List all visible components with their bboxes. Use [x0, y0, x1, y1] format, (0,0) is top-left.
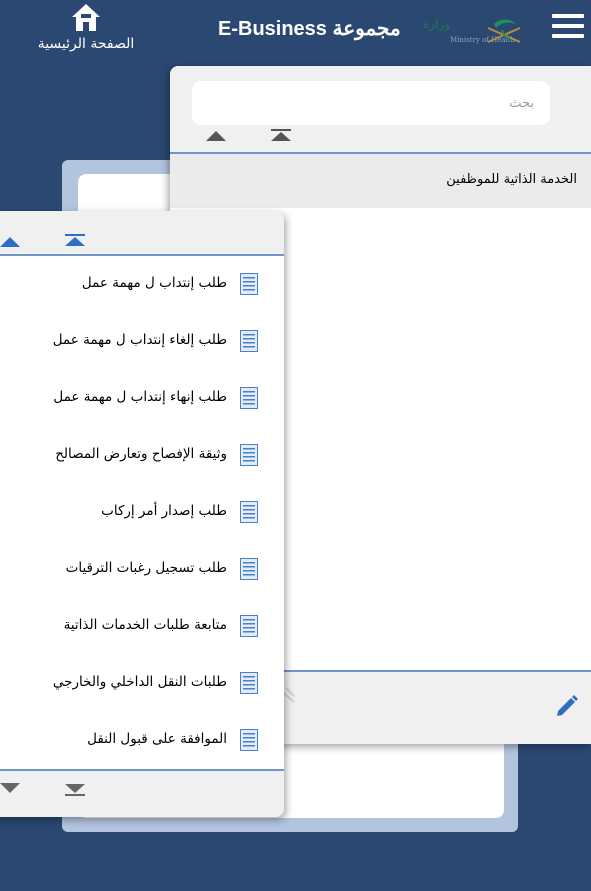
- document-icon: [240, 330, 258, 352]
- logo-arabic: وزارة الصحة: [418, 17, 450, 32]
- list-item[interactable]: الموافقة على قبول النقل: [0, 712, 284, 769]
- list-item[interactable]: متابعة طلبات الخدمات الذاتية: [0, 598, 284, 655]
- list-item[interactable]: وثيقة الإفصاح وتعارض المصالح: [0, 427, 284, 484]
- document-icon: [240, 273, 258, 295]
- document-icon: [240, 672, 258, 694]
- list-item-label: طلب إنتداب ل مهمة عمل: [81, 275, 227, 291]
- hamburger-menu-icon[interactable]: [552, 14, 584, 40]
- arrow-down-icon[interactable]: [0, 783, 20, 793]
- document-icon: [240, 501, 258, 523]
- document-icon: [240, 615, 258, 637]
- document-icon: [240, 729, 258, 751]
- menu-item-employee-self-service[interactable]: الخدمة الذاتية للموظفين: [170, 154, 591, 208]
- home-icon: [72, 4, 100, 31]
- list-item-label: الموافقة على قبول النقل: [87, 731, 227, 747]
- list-item[interactable]: طلب إصدار أمر إركاب: [0, 484, 284, 541]
- list-item-label: متابعة طلبات الخدمات الذاتية: [63, 617, 227, 633]
- list-item[interactable]: طلبات النقل الداخلي والخارجي: [0, 655, 284, 712]
- list-item-label: طلبات النقل الداخلي والخارجي: [52, 674, 227, 690]
- moh-logo: وزارة الصحة Ministry of Health: [418, 17, 521, 44]
- separator: [0, 769, 284, 771]
- document-icon: [240, 387, 258, 409]
- document-icon: [240, 444, 258, 466]
- menu-item-label: الخدمة الذاتية للموظفين: [446, 172, 577, 187]
- pencil-icon[interactable]: [554, 692, 580, 718]
- search-input[interactable]: [192, 81, 550, 125]
- menu-panel-level2: طلب إنتداب ل مهمة عمل طلب إلغاء إنتداب ل…: [0, 211, 284, 817]
- list-item-label: طلب إلغاء إنتداب ل مهمة عمل: [52, 332, 227, 348]
- list-item-label: طلب إصدار أمر إركاب: [101, 503, 227, 519]
- home-label: الصفحة الرئيسية: [37, 36, 135, 52]
- scroll-to-top-icon[interactable]: [64, 233, 86, 247]
- service-list: طلب إنتداب ل مهمة عمل طلب إلغاء إنتداب ل…: [0, 256, 284, 769]
- scroll-to-top-icon[interactable]: [270, 128, 292, 142]
- arrow-up-icon[interactable]: [0, 237, 20, 247]
- list-item[interactable]: طلب تسجيل رغبات الترقيات: [0, 541, 284, 598]
- list-item[interactable]: طلب إنهاء إنتداب ل مهمة عمل: [0, 370, 284, 427]
- list-item-label: طلب تسجيل رغبات الترقيات: [65, 560, 227, 576]
- list-item[interactable]: طلب إنتداب ل مهمة عمل: [0, 256, 284, 313]
- app-title: E-Business مجموعة: [218, 18, 401, 40]
- app-header: الصفحة الرئيسية E-Business مجموعة وزارة …: [0, 0, 591, 66]
- scroll-to-bottom-icon[interactable]: [64, 783, 86, 797]
- list-item[interactable]: طلب إلغاء إنتداب ل مهمة عمل: [0, 313, 284, 370]
- home-button[interactable]: الصفحة الرئيسية: [26, 2, 146, 52]
- document-icon: [240, 558, 258, 580]
- list-item-label: وثيقة الإفصاح وتعارض المصالح: [55, 446, 227, 462]
- arrow-up-icon[interactable]: [205, 130, 227, 142]
- list-item-label: طلب إنهاء إنتداب ل مهمة عمل: [53, 389, 227, 405]
